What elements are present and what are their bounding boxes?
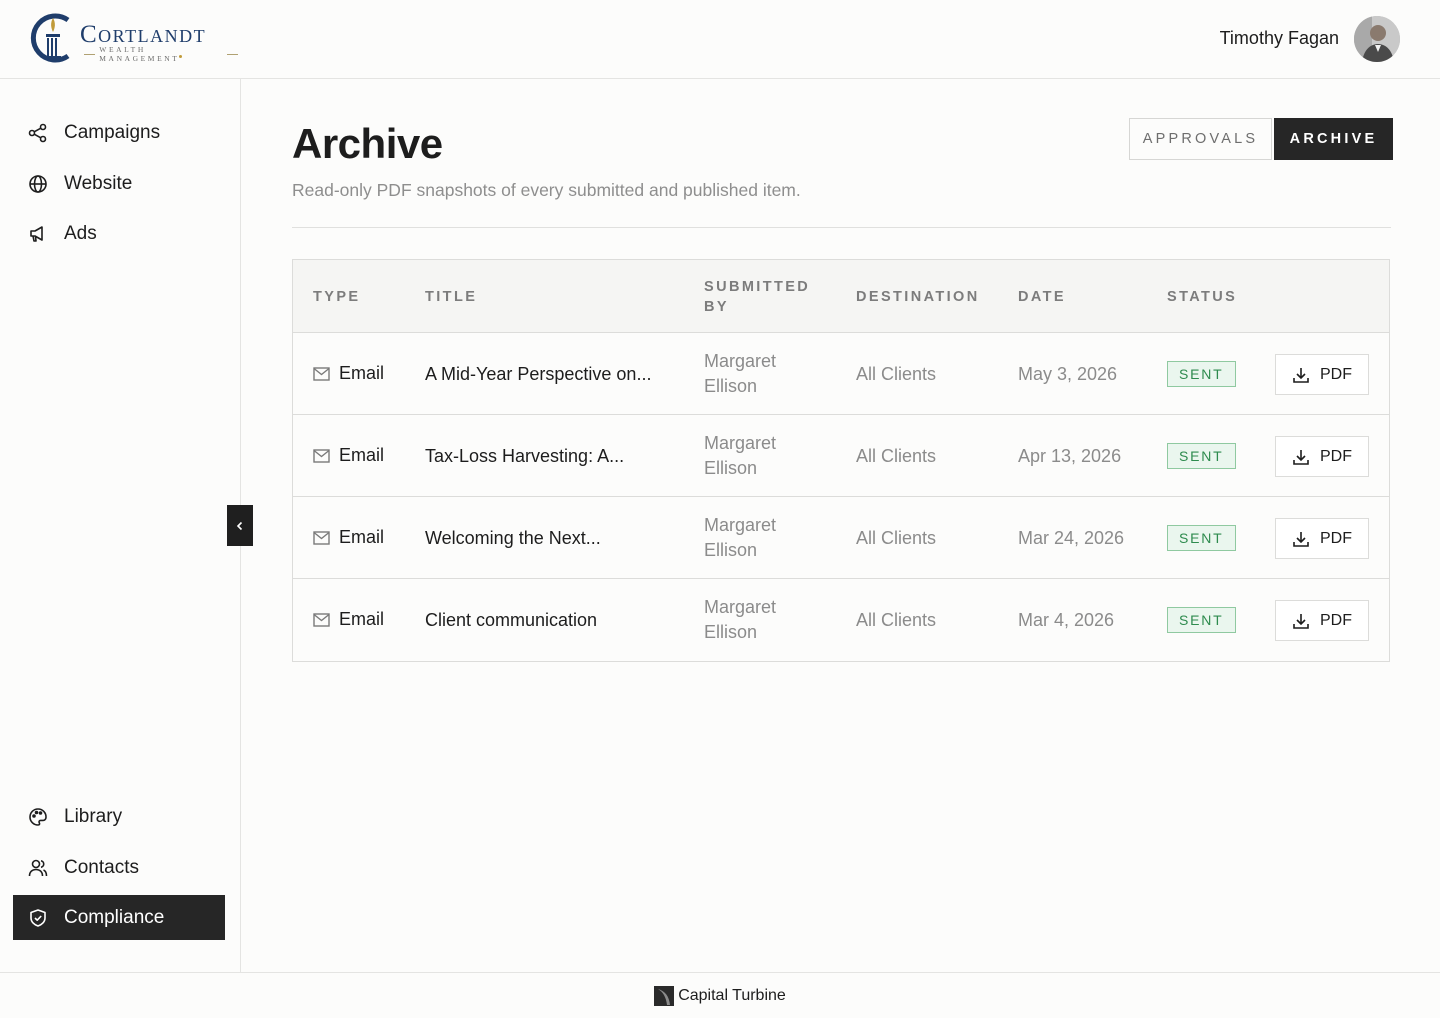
destination-cell: All Clients: [856, 528, 937, 548]
download-icon: [1292, 448, 1310, 466]
table-row[interactable]: Email Tax-Loss Harvesting: A... Margaret…: [293, 415, 1389, 497]
date-cell: Mar 4, 2026: [1018, 610, 1115, 630]
sidebar-item-campaigns[interactable]: Campaigns: [13, 110, 225, 155]
type-label: Email: [339, 363, 385, 383]
capital-turbine-logo-icon: [654, 985, 675, 1006]
mail-icon: [313, 612, 330, 627]
date-cell: May 3, 2026: [1018, 364, 1118, 384]
type-cell: Email: [313, 525, 384, 550]
download-icon: [1292, 366, 1310, 384]
globe-icon: [28, 174, 48, 194]
destination-cell: All Clients: [856, 446, 937, 466]
sidebar-item-website[interactable]: Website: [13, 161, 225, 206]
type-cell: Email: [313, 443, 384, 468]
shield-check-icon: [28, 908, 48, 928]
table-row[interactable]: Email Welcoming the Next... Margaret Ell…: [293, 497, 1389, 579]
title-cell[interactable]: Client communication: [425, 608, 597, 633]
column-header-date: DATE: [1018, 289, 1066, 305]
table-row[interactable]: Email Client communication Margaret Elli…: [293, 579, 1389, 661]
pdf-label: PDF: [1320, 366, 1352, 383]
page-subtitle: Read-only PDF snapshots of every submitt…: [292, 180, 801, 200]
date-cell: Apr 13, 2026: [1018, 446, 1122, 466]
mail-icon: [313, 366, 330, 381]
submitted-by-cell: Margaret Ellison: [704, 351, 777, 396]
table-header: TYPE TITLE SUBMITTED BY DESTINATION DATE…: [293, 260, 1389, 333]
status-badge: SENT: [1167, 443, 1236, 469]
sidebar: Campaigns Website Ads Library Contacts C…: [0, 79, 253, 972]
type-cell: Email: [313, 361, 384, 386]
type-label: Email: [339, 527, 385, 547]
type-label: Email: [339, 609, 385, 629]
brand-logo[interactable]: Cortlandt WEALTH MANAGEMENT: [28, 12, 238, 64]
status-badge: SENT: [1167, 525, 1236, 551]
share-icon: [28, 123, 48, 143]
download-pdf-button[interactable]: PDF: [1275, 600, 1369, 641]
submitted-by-cell: Margaret Ellison: [704, 515, 777, 560]
destination-cell: All Clients: [856, 364, 937, 384]
sidebar-item-label: Library: [64, 805, 123, 827]
sidebar-item-ads[interactable]: Ads: [13, 211, 225, 256]
type-cell: Email: [313, 607, 384, 632]
submitted-by-cell: Margaret Ellison: [704, 597, 777, 642]
column-header-type: TYPE: [313, 289, 361, 305]
title-cell[interactable]: Welcoming the Next...: [425, 526, 601, 551]
column-header-submitted-by: SUBMITTED BY: [704, 279, 811, 315]
title-cell[interactable]: A Mid-Year Perspective on...: [425, 362, 651, 387]
pdf-label: PDF: [1320, 530, 1352, 547]
download-pdf-button[interactable]: PDF: [1275, 518, 1369, 559]
tab-approvals[interactable]: APPROVALS: [1129, 118, 1272, 160]
user-avatar[interactable]: [1354, 16, 1400, 62]
type-label: Email: [339, 445, 385, 465]
archive-table: TYPE TITLE SUBMITTED BY DESTINATION DATE…: [292, 259, 1390, 662]
date-cell: Mar 24, 2026: [1018, 528, 1125, 548]
user-name[interactable]: Timothy Fagan: [1220, 28, 1339, 49]
column-header-status: STATUS: [1167, 289, 1238, 305]
status-badge: SENT: [1167, 361, 1236, 387]
column-header-title: TITLE: [425, 289, 478, 305]
download-pdf-button[interactable]: PDF: [1275, 436, 1369, 477]
cortlandt-logo-mark-icon: [30, 13, 70, 63]
title-cell[interactable]: Tax-Loss Harvesting: A...: [425, 444, 624, 469]
sidebar-item-label: Campaigns: [64, 121, 161, 143]
pdf-label: PDF: [1320, 612, 1352, 629]
page-title: Archive: [292, 120, 443, 167]
column-header-destination: DESTINATION: [856, 289, 980, 305]
sidebar-item-label: Compliance: [64, 906, 165, 928]
download-icon: [1292, 612, 1310, 630]
sidebar-item-label: Contacts: [64, 856, 139, 878]
brand-accent-dot: [179, 55, 182, 58]
destination-cell: All Clients: [856, 610, 937, 630]
tab-archive[interactable]: ARCHIVE: [1274, 118, 1393, 160]
top-header: Cortlandt WEALTH MANAGEMENT Timothy Faga…: [0, 0, 1440, 79]
table-row[interactable]: Email A Mid-Year Perspective on... Marga…: [293, 333, 1389, 415]
sidebar-item-compliance[interactable]: Compliance: [13, 895, 225, 940]
mail-icon: [313, 448, 330, 463]
megaphone-icon: [28, 224, 48, 244]
palette-icon: [28, 807, 48, 827]
sidebar-item-library[interactable]: Library: [13, 794, 225, 839]
sidebar-item-label: Website: [64, 172, 133, 194]
submitted-by-cell: Margaret Ellison: [704, 433, 777, 478]
chevron-left-icon: [236, 521, 243, 530]
mail-icon: [313, 530, 330, 545]
status-badge: SENT: [1167, 607, 1236, 633]
footer-brand-text[interactable]: Capital Turbine: [678, 987, 786, 1005]
header-divider: [292, 227, 1391, 228]
users-icon: [28, 858, 48, 878]
download-pdf-button[interactable]: PDF: [1275, 354, 1369, 395]
pdf-label: PDF: [1320, 448, 1352, 465]
sidebar-item-label: Ads: [64, 222, 97, 244]
download-icon: [1292, 530, 1310, 548]
footer: Capital Turbine: [0, 972, 1440, 1018]
sidebar-item-contacts[interactable]: Contacts: [13, 845, 225, 890]
avatar-photo-icon: [1354, 16, 1400, 62]
brand-tagline: WEALTH MANAGEMENT: [84, 45, 238, 63]
collapse-sidebar-button[interactable]: [227, 505, 253, 546]
